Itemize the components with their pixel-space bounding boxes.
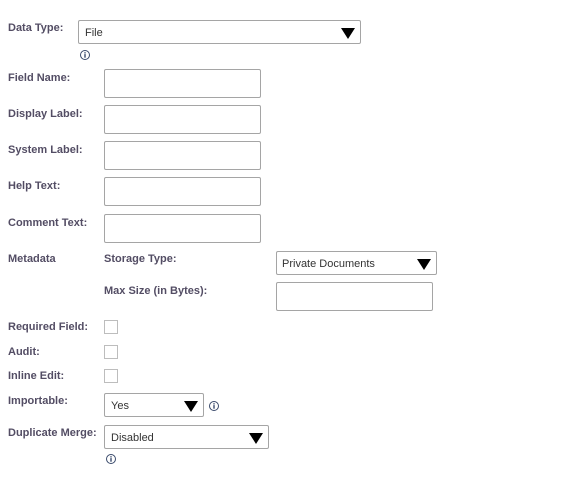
- display-label-input[interactable]: [104, 105, 261, 134]
- system-label-label: System Label:: [8, 144, 83, 156]
- chevron-down-icon: [417, 259, 431, 270]
- importable-label: Importable:: [8, 395, 68, 407]
- importable-value: Yes: [111, 400, 129, 412]
- inline-edit-label: Inline Edit:: [8, 370, 65, 382]
- chevron-down-icon: [341, 28, 355, 39]
- duplicate-merge-value: Disabled: [111, 432, 154, 444]
- help-text-input[interactable]: [104, 177, 261, 206]
- system-label-input[interactable]: [104, 141, 261, 170]
- data-type-value: File: [85, 27, 103, 39]
- storage-type-label: Storage Type:: [104, 253, 177, 265]
- audit-checkbox[interactable]: [104, 345, 118, 359]
- storage-type-select[interactable]: Private Documents: [276, 251, 437, 275]
- duplicate-merge-select[interactable]: Disabled: [104, 425, 269, 449]
- help-text-label: Help Text:: [8, 180, 61, 192]
- data-type-label: Data Type:: [8, 22, 64, 34]
- comment-text-label: Comment Text:: [8, 217, 88, 229]
- required-field-checkbox[interactable]: [104, 320, 118, 334]
- chevron-down-icon: [249, 433, 263, 444]
- info-icon[interactable]: [80, 50, 90, 60]
- importable-select[interactable]: Yes: [104, 393, 204, 417]
- field-name-label: Field Name:: [8, 72, 71, 84]
- field-name-input[interactable]: [104, 69, 261, 98]
- info-icon[interactable]: [209, 401, 219, 411]
- metadata-label: Metadata: [8, 253, 56, 265]
- audit-label: Audit:: [8, 346, 40, 358]
- chevron-down-icon: [184, 401, 198, 412]
- storage-type-value: Private Documents: [282, 258, 375, 270]
- inline-edit-checkbox[interactable]: [104, 369, 118, 383]
- max-size-input[interactable]: [276, 282, 433, 311]
- max-size-label: Max Size (in Bytes):: [104, 285, 208, 297]
- comment-text-input[interactable]: [104, 214, 261, 243]
- duplicate-merge-label: Duplicate Merge:: [8, 427, 97, 439]
- required-field-label: Required Field:: [8, 321, 89, 333]
- data-type-select[interactable]: File: [78, 20, 361, 44]
- info-icon[interactable]: [106, 454, 116, 464]
- display-label-label: Display Label:: [8, 108, 83, 120]
